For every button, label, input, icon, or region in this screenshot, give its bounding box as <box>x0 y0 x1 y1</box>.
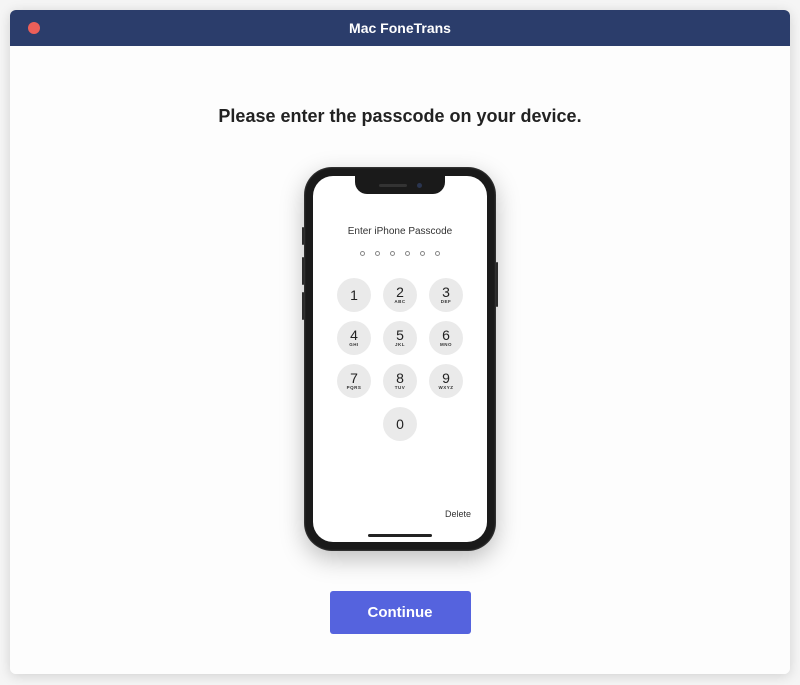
main-content: Please enter the passcode on your device… <box>10 46 790 674</box>
passcode-dot <box>435 251 440 256</box>
keypad-key-7: 7 PQRS <box>337 364 371 398</box>
key-number: 7 <box>350 371 358 385</box>
phone-notch-icon <box>355 176 445 194</box>
phone-power-button-icon <box>496 262 498 307</box>
delete-label: Delete <box>445 509 471 519</box>
keypad: 1 2 ABC 3 DEF <box>337 278 463 441</box>
passcode-dot <box>360 251 365 256</box>
titlebar: Mac FoneTrans <box>10 10 790 46</box>
key-number: 8 <box>396 371 404 385</box>
keypad-key-8: 8 TUV <box>383 364 417 398</box>
phone-body: Enter iPhone Passcode 1 <box>304 167 496 551</box>
key-number: 0 <box>396 417 404 431</box>
notch-speaker-icon <box>379 184 407 187</box>
keypad-key-1: 1 <box>337 278 371 312</box>
keypad-key-5: 5 JKL <box>383 321 417 355</box>
close-icon[interactable] <box>28 22 40 34</box>
key-letters: TUV <box>395 386 406 391</box>
notch-camera-icon <box>417 183 422 188</box>
key-letters: WXYZ <box>439 386 454 391</box>
phone-screen: Enter iPhone Passcode 1 <box>313 176 487 542</box>
key-number: 3 <box>442 285 450 299</box>
phone-mute-switch-icon <box>302 227 304 245</box>
key-letters: JKL <box>395 343 405 348</box>
key-letters: PQRS <box>347 386 362 391</box>
passcode-dot <box>405 251 410 256</box>
screen-content: Enter iPhone Passcode 1 <box>313 176 487 542</box>
phone-volume-down-icon <box>302 292 304 320</box>
key-number: 6 <box>442 328 450 342</box>
phone-illustration: Enter iPhone Passcode 1 <box>304 167 496 551</box>
passcode-dots <box>360 251 440 256</box>
passcode-dot <box>390 251 395 256</box>
key-letters: DEF <box>441 300 452 305</box>
key-letters: MNO <box>440 343 452 348</box>
keypad-key-3: 3 DEF <box>429 278 463 312</box>
key-number: 5 <box>396 328 404 342</box>
key-number: 9 <box>442 371 450 385</box>
home-indicator-icon <box>368 534 432 537</box>
keypad-key-0: 0 <box>383 407 417 441</box>
key-letters: GHI <box>349 343 359 348</box>
phone-volume-up-icon <box>302 257 304 285</box>
keypad-key-2: 2 ABC <box>383 278 417 312</box>
keypad-key-4: 4 GHI <box>337 321 371 355</box>
key-number: 1 <box>350 288 358 302</box>
continue-button[interactable]: Continue <box>330 591 471 634</box>
window-title: Mac FoneTrans <box>349 20 451 36</box>
instruction-text: Please enter the passcode on your device… <box>30 106 770 127</box>
key-number: 4 <box>350 328 358 342</box>
key-letters: ABC <box>394 300 405 305</box>
key-number: 2 <box>396 285 404 299</box>
passcode-dot <box>375 251 380 256</box>
keypad-key-6: 6 MNO <box>429 321 463 355</box>
keypad-key-9: 9 WXYZ <box>429 364 463 398</box>
app-window: Mac FoneTrans Please enter the passcode … <box>10 10 790 674</box>
passcode-prompt-title: Enter iPhone Passcode <box>348 226 453 237</box>
passcode-dot <box>420 251 425 256</box>
